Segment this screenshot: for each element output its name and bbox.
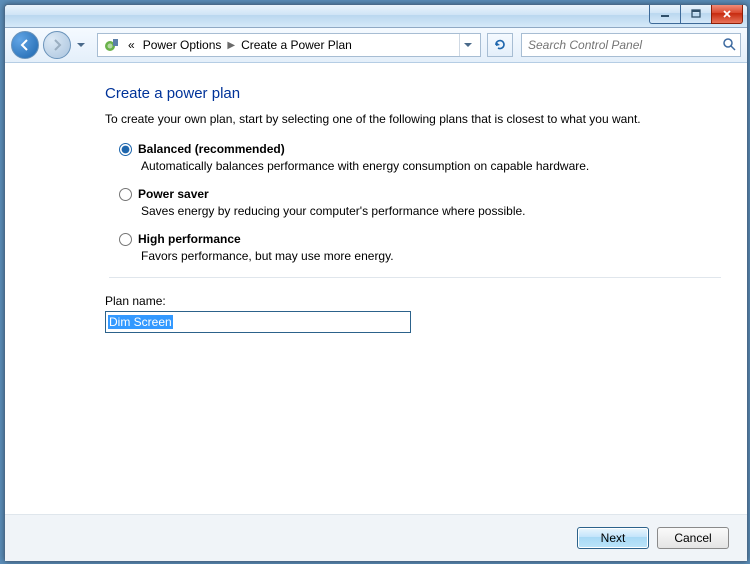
- desc-power-saver: Saves energy by reducing your computer's…: [141, 204, 725, 218]
- cancel-button[interactable]: Cancel: [657, 527, 729, 549]
- maximize-button[interactable]: [680, 5, 712, 24]
- plan-name-label: Plan name:: [105, 294, 725, 308]
- radio-balanced[interactable]: [119, 143, 132, 156]
- minimize-icon: [660, 9, 670, 19]
- chevron-down-icon: [464, 43, 472, 48]
- label-balanced[interactable]: Balanced (recommended): [138, 142, 285, 156]
- maximize-icon: [691, 9, 701, 19]
- forward-button[interactable]: [43, 31, 71, 59]
- nav-history-dropdown[interactable]: [75, 35, 87, 55]
- option-high-performance: High performance Favors performance, but…: [119, 232, 725, 263]
- breadcrumb-root-sep: «: [126, 37, 137, 53]
- radio-high-performance[interactable]: [119, 233, 132, 246]
- arrow-left-icon: [18, 38, 32, 52]
- separator: [109, 277, 721, 278]
- wizard-footer: Next Cancel: [5, 514, 747, 561]
- close-button[interactable]: [711, 5, 743, 24]
- page-content: Create a power plan To create your own p…: [5, 63, 747, 514]
- close-icon: [722, 9, 732, 19]
- desc-balanced: Automatically balances performance with …: [141, 159, 725, 173]
- search-icon[interactable]: [722, 37, 736, 54]
- label-power-saver[interactable]: Power saver: [138, 187, 209, 201]
- arrow-right-icon: [50, 38, 64, 52]
- minimize-button[interactable]: [649, 5, 681, 24]
- chevron-down-icon: [77, 43, 85, 48]
- power-options-icon: [102, 35, 122, 55]
- option-power-saver: Power saver Saves energy by reducing you…: [119, 187, 725, 218]
- plan-name-value: Dim Screen: [108, 315, 173, 329]
- chevron-right-icon[interactable]: ▶: [227, 40, 235, 51]
- address-bar[interactable]: « Power Options ▶ Create a Power Plan: [97, 33, 481, 57]
- label-high-performance[interactable]: High performance: [138, 232, 241, 246]
- refresh-icon: [493, 38, 507, 52]
- address-dropdown[interactable]: [459, 34, 476, 56]
- search-input[interactable]: [526, 37, 736, 53]
- control-panel-window: « Power Options ▶ Create a Power Plan Cr…: [4, 4, 748, 562]
- search-box[interactable]: [521, 33, 741, 57]
- breadcrumb-create-plan[interactable]: Create a Power Plan: [239, 37, 354, 53]
- desc-high-performance: Favors performance, but may use more ene…: [141, 249, 725, 263]
- back-button[interactable]: [11, 31, 39, 59]
- plan-name-input[interactable]: Dim Screen: [105, 311, 411, 333]
- next-button[interactable]: Next: [577, 527, 649, 549]
- radio-power-saver[interactable]: [119, 188, 132, 201]
- page-title: Create a power plan: [105, 85, 725, 102]
- option-balanced: Balanced (recommended) Automatically bal…: [119, 142, 725, 173]
- navigation-bar: « Power Options ▶ Create a Power Plan: [5, 28, 747, 63]
- breadcrumb-power-options[interactable]: Power Options: [141, 37, 224, 53]
- window-titlebar[interactable]: [5, 5, 747, 28]
- refresh-button[interactable]: [487, 33, 513, 57]
- page-intro: To create your own plan, start by select…: [105, 112, 725, 126]
